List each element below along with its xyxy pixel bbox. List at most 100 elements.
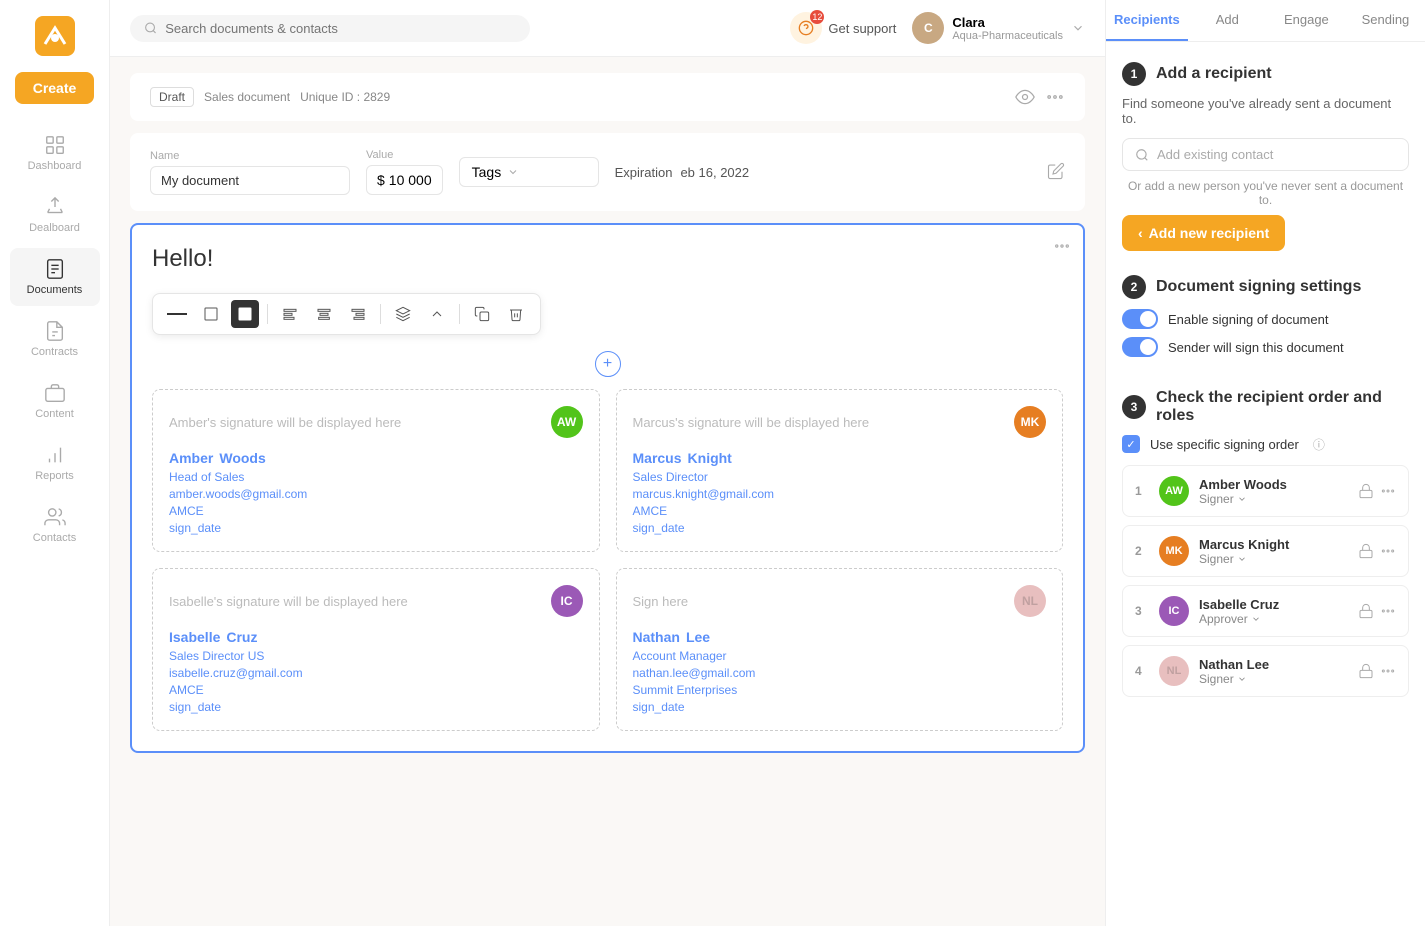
recipient-role-marcus[interactable]: Signer	[1199, 552, 1348, 566]
signer-name-isabelle: Isabelle Cruz	[169, 629, 583, 645]
sidebar-item-reports[interactable]: Reports	[10, 434, 100, 492]
recipient-num-4: 4	[1135, 664, 1149, 678]
value-input[interactable]: $ 10 000	[366, 165, 443, 195]
search-icon	[144, 21, 157, 35]
signature-placeholder-isabelle: Isabelle's signature will be displayed h…	[169, 585, 583, 617]
sidebar-nav: Dashboard Dealboard Documents Contracts …	[0, 124, 109, 554]
sidebar-item-documents[interactable]: Documents	[10, 248, 100, 306]
sidebar-item-dashboard[interactable]: Dashboard	[10, 124, 100, 182]
signing-order-row: ✓ Use specific signing order ⓘ	[1122, 435, 1409, 453]
signer-role-marcus: Sales Director	[633, 470, 1047, 484]
enable-signing-row: Enable signing of document	[1122, 309, 1409, 329]
recipient-role-amber[interactable]: Signer	[1199, 492, 1348, 506]
sidebar-item-dealboard[interactable]: Dealboard	[10, 186, 100, 244]
create-button[interactable]: Create	[15, 72, 95, 104]
signer-avatar-amber: AW	[551, 406, 583, 438]
support-button[interactable]: 12 Get support	[790, 12, 896, 44]
edit-icon[interactable]	[1047, 162, 1065, 183]
expiration-date: eb 16, 2022	[680, 165, 749, 180]
toolbar-align-left-btn[interactable]	[276, 300, 304, 328]
formatting-toolbar	[152, 293, 541, 335]
toolbar-square-btn[interactable]	[231, 300, 259, 328]
sender-sign-label: Sender will sign this document	[1168, 340, 1344, 355]
more-options-icon[interactable]	[1380, 603, 1396, 619]
recipient-avatar-marcus: MK	[1159, 536, 1189, 566]
doc-type-badge: Sales document	[204, 90, 290, 104]
toolbar-outline-btn[interactable]	[389, 300, 417, 328]
more-options-icon[interactable]	[1380, 663, 1396, 679]
section-signing-settings: 2 Document signing settings Enable signi…	[1122, 275, 1409, 365]
signer-name-amber: Amber Woods	[169, 450, 583, 466]
right-panel: Recipients Add Engage Sending 1 Add a re…	[1105, 0, 1425, 926]
recipient-name-amber: Amber Woods	[1199, 477, 1348, 492]
recipient-avatar-isabelle: IC	[1159, 596, 1189, 626]
toolbar-separator-2	[380, 304, 381, 324]
enable-signing-toggle[interactable]	[1122, 309, 1158, 329]
signer-date-isabelle: sign_date	[169, 700, 583, 714]
more-options-icon[interactable]	[1380, 543, 1396, 559]
value-field-group: Value $ 10 000	[366, 149, 443, 195]
lock-icon[interactable]	[1358, 603, 1374, 619]
expiration-label: Expiration	[615, 165, 673, 180]
signature-placeholder-amber: Amber's signature will be displayed here…	[169, 406, 583, 438]
add-new-recipient-button[interactable]: ‹ Add new recipient	[1122, 215, 1285, 251]
sidebar-item-contacts-label: Contacts	[33, 532, 76, 544]
more-options-icon[interactable]	[1380, 483, 1396, 499]
support-icon: 12	[790, 12, 822, 44]
document-more-menu[interactable]	[1053, 237, 1071, 258]
user-menu[interactable]: C Clara Aqua-Pharmaceuticals	[912, 12, 1085, 44]
tab-recipients[interactable]: Recipients	[1106, 0, 1188, 41]
toolbar-delete-btn[interactable]	[502, 300, 530, 328]
name-label: Name	[150, 150, 350, 162]
section2-num: 2	[1122, 275, 1146, 299]
sender-sign-row: Sender will sign this document	[1122, 337, 1409, 357]
section1-desc: Find someone you've already sent a docum…	[1122, 96, 1409, 126]
sidebar-item-contracts[interactable]: Contracts	[10, 310, 100, 368]
tab-engage[interactable]: Engage	[1267, 0, 1346, 41]
section1-num: 1	[1122, 62, 1146, 86]
tab-add[interactable]: Add	[1188, 0, 1267, 41]
signing-order-checkbox[interactable]: ✓	[1122, 435, 1140, 453]
toolbar-align-center-btn[interactable]	[310, 300, 338, 328]
recipients-list: 1 AW Amber Woods Signer	[1122, 465, 1409, 697]
view-icon[interactable]	[1015, 87, 1035, 107]
toolbar-separator-1	[267, 304, 268, 324]
sidebar-item-contacts[interactable]: Contacts	[10, 496, 100, 554]
signer-email-amber: amber.woods@gmail.com	[169, 487, 583, 501]
toolbar-copy-btn[interactable]	[468, 300, 496, 328]
or-divider: Or add a new person you've never sent a …	[1122, 179, 1409, 207]
signer-role-nathan: Account Manager	[633, 649, 1047, 663]
toolbar-rect-btn[interactable]	[197, 300, 225, 328]
recipient-role-nathan[interactable]: Signer	[1199, 672, 1348, 686]
search-input[interactable]	[165, 21, 516, 36]
signature-placeholder-marcus: Marcus's signature will be displayed her…	[633, 406, 1047, 438]
signer-name-nathan: Nathan Lee	[633, 629, 1047, 645]
sidebar-item-content[interactable]: Content	[10, 372, 100, 430]
toolbar-align-right-btn[interactable]	[344, 300, 372, 328]
more-options-icon[interactable]	[1045, 87, 1065, 107]
add-existing-contact[interactable]: Add existing contact	[1122, 138, 1409, 171]
sidebar-item-contracts-label: Contracts	[31, 346, 78, 358]
sidebar-item-documents-label: Documents	[27, 284, 83, 296]
tags-field-group: Tags	[459, 157, 599, 187]
add-section-button[interactable]: +	[595, 351, 621, 377]
draft-badge: Draft	[150, 87, 194, 107]
section-add-recipient: 1 Add a recipient Find someone you've al…	[1122, 62, 1409, 251]
toolbar-chevron-btn[interactable]	[423, 300, 451, 328]
lock-icon[interactable]	[1358, 543, 1374, 559]
tab-sending[interactable]: Sending	[1346, 0, 1425, 41]
search-bar[interactable]	[130, 15, 530, 42]
avatar: C	[912, 12, 944, 44]
recipient-role-isabelle[interactable]: Approver	[1199, 612, 1348, 626]
sender-sign-toggle[interactable]	[1122, 337, 1158, 357]
lock-icon[interactable]	[1358, 483, 1374, 499]
enable-signing-label: Enable signing of document	[1168, 312, 1328, 327]
sidebar-item-dealboard-label: Dealboard	[29, 222, 80, 234]
recipient-name-isabelle: Isabelle Cruz	[1199, 597, 1348, 612]
document-badges: Draft Sales document Unique ID : 2829	[150, 87, 999, 107]
recipient-name-nathan: Nathan Lee	[1199, 657, 1348, 672]
name-input[interactable]	[150, 166, 350, 195]
tags-select[interactable]: Tags	[459, 157, 599, 187]
lock-icon[interactable]	[1358, 663, 1374, 679]
toolbar-line-btn[interactable]	[163, 300, 191, 328]
